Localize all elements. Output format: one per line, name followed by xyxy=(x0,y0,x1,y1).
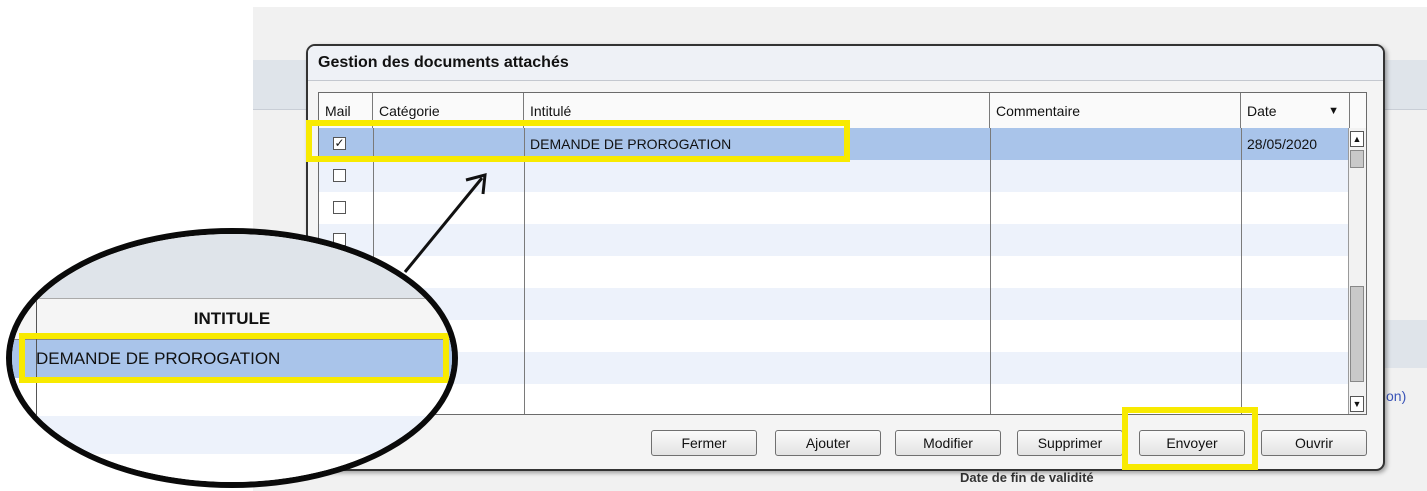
callout-arrow xyxy=(403,172,487,273)
arrow-shaft xyxy=(403,177,484,273)
